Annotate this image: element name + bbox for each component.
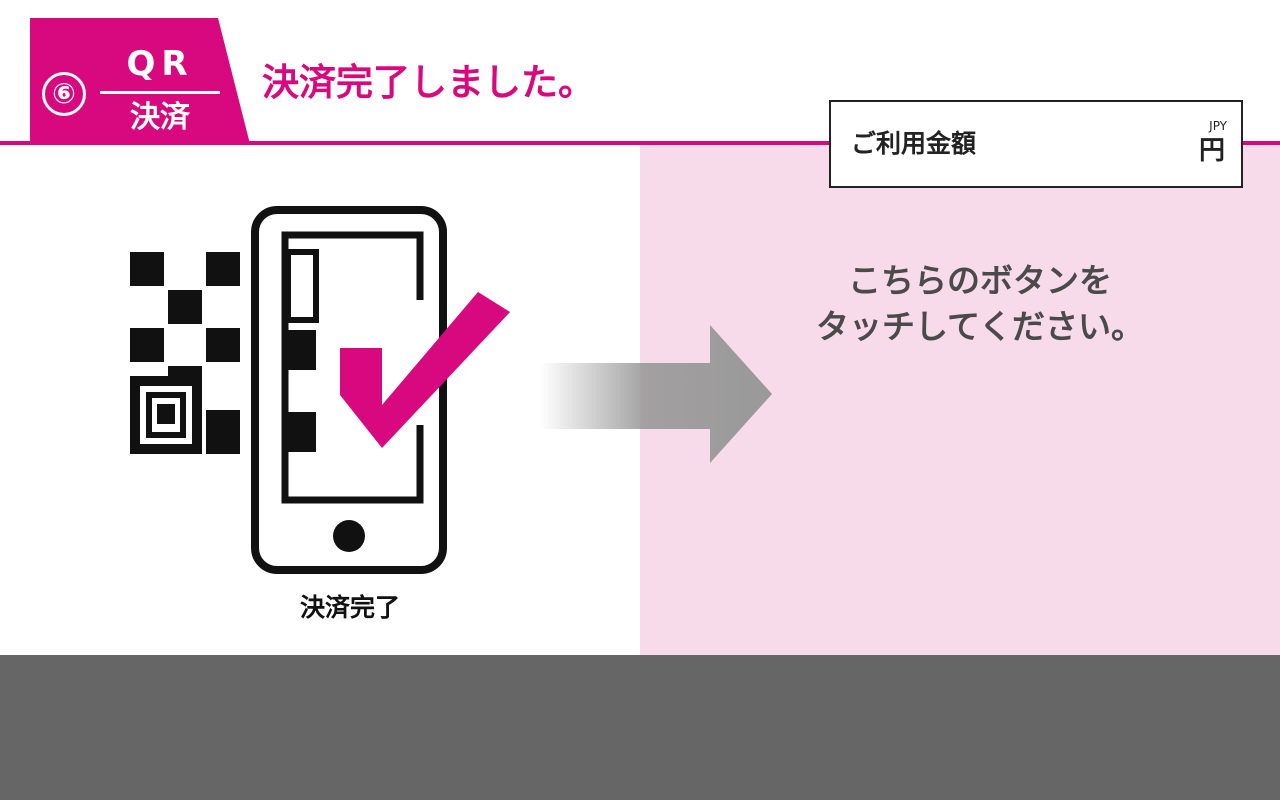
currency-code: JPY (1209, 119, 1227, 133)
amount-box: ご利用金額 JPY 円 (829, 100, 1243, 188)
page-title: 決済完了しました。 (262, 61, 595, 104)
step-divider (100, 91, 220, 94)
qr-payment-illustration (130, 206, 510, 574)
arrow-right-icon (540, 325, 772, 463)
payment-complete-screen: ⑥ QR 決済 決済完了しました。 こちらのボタンを タッチしてください。 ご利… (0, 0, 1280, 800)
instruction-line-1: こちらのボタンを (848, 261, 1112, 300)
step-number: ⑥ (42, 72, 86, 116)
amount-label: ご利用金額 (851, 129, 977, 158)
illustration-caption: 決済完了 (299, 593, 400, 622)
step-method-top: QR (126, 44, 194, 84)
step-method-bottom: 決済 (130, 100, 190, 135)
currency-unit: 円 (1198, 136, 1225, 166)
bottom-band (0, 655, 1280, 800)
